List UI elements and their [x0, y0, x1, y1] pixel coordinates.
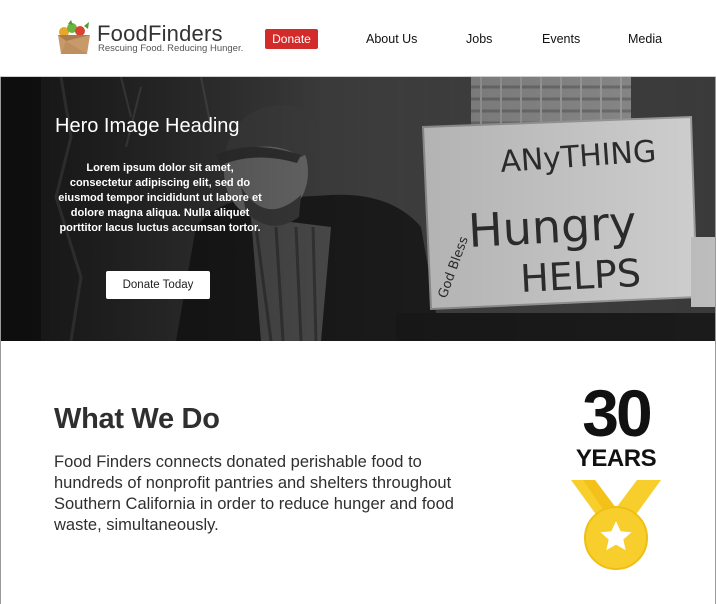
site-header: FoodFinders Rescuing Food. Reducing Hung…: [0, 0, 716, 77]
donate-today-button[interactable]: Donate Today: [106, 271, 210, 299]
nav-media[interactable]: Media: [628, 32, 662, 46]
food-box-icon: [58, 20, 90, 54]
anniversary-word: YEARS: [575, 445, 657, 472]
nav-events[interactable]: Events: [542, 32, 580, 46]
hero-text: Lorem ipsum dolor sit amet, consectetur …: [58, 162, 262, 234]
sign-line-3: HELPS: [519, 251, 642, 301]
nav-about-us[interactable]: About Us: [366, 32, 417, 46]
donate-button[interactable]: Donate: [265, 29, 318, 49]
sign-line-2: Hungry: [467, 195, 638, 258]
hero-banner: ANyTHING Hungry HELPS God Bless Hero Ima…: [1, 77, 715, 341]
anniversary-number: 30: [582, 376, 652, 450]
brand-tagline: Rescuing Food. Reducing Hunger.: [98, 43, 244, 54]
hero-heading: Hero Image Heading: [55, 115, 240, 137]
section-title: What We Do: [54, 403, 220, 435]
logo[interactable]: FoodFinders Rescuing Food. Reducing Hung…: [54, 20, 244, 60]
section-body: Food Finders connects donated perishable…: [54, 453, 454, 534]
medal-icon: [571, 480, 661, 570]
nav-jobs[interactable]: Jobs: [466, 32, 492, 46]
